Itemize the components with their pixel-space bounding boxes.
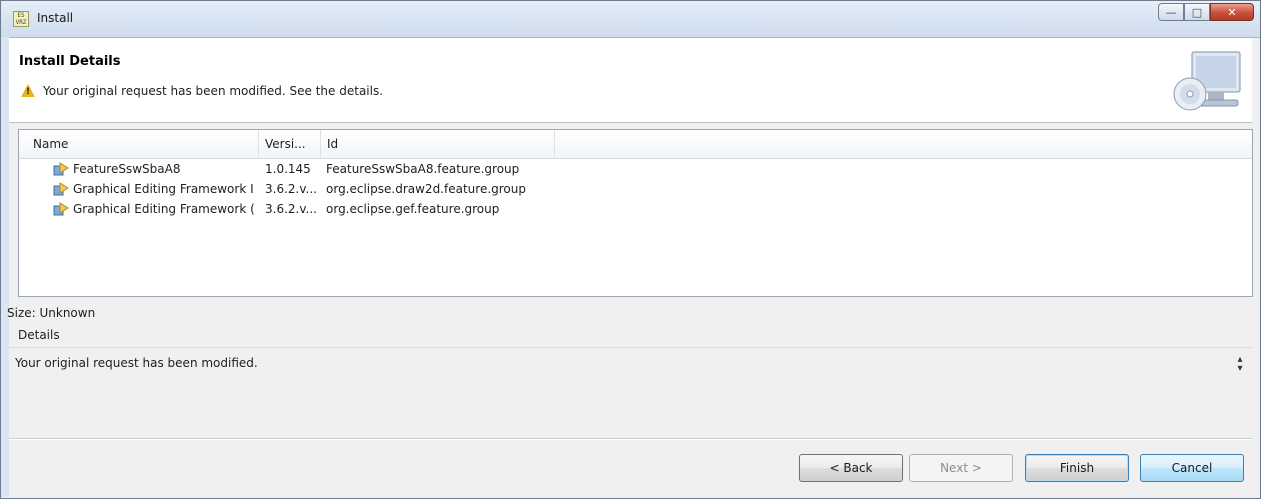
details-section-label: Details	[18, 328, 60, 342]
maximize-icon: □	[1191, 5, 1203, 19]
row-name: Graphical Editing Framework (	[73, 202, 255, 216]
features-table[interactable]: Name Versi... Id FeatureSswSbaA8 1.0.145…	[18, 129, 1253, 297]
row-id: FeatureSswSbaA8.feature.group	[326, 162, 520, 176]
cancel-button[interactable]: Cancel	[1140, 454, 1244, 482]
footer-separator	[9, 438, 1252, 440]
next-button[interactable]: Next >	[909, 454, 1013, 482]
close-button[interactable]: ✕	[1210, 3, 1254, 21]
row-name: Graphical Editing Framework I	[73, 182, 254, 196]
header-message: Your original request has been modified.…	[43, 84, 384, 98]
install-dialog: ES VRZ Install — □ ✕ Install Details ! Y…	[0, 0, 1261, 499]
feature-icon	[53, 161, 69, 178]
table-header: Name Versi... Id	[19, 130, 1252, 159]
row-id: org.eclipse.draw2d.feature.group	[326, 182, 526, 196]
title-bar[interactable]: ES VRZ Install — □ ✕	[1, 1, 1260, 38]
warning-icon-mark: !	[26, 87, 31, 97]
minimize-icon: —	[1165, 5, 1177, 19]
page-title: Install Details	[19, 54, 121, 69]
feature-icon	[53, 181, 69, 198]
close-icon: ✕	[1227, 5, 1237, 19]
row-version: 3.6.2.v...	[265, 182, 317, 196]
row-id: org.eclipse.gef.feature.group	[326, 202, 500, 216]
details-text: Your original request has been modified.	[15, 356, 258, 370]
details-area[interactable]: Your original request has been modified.…	[9, 347, 1252, 378]
row-version: 1.0.145	[265, 162, 311, 176]
wizard-header: Install Details ! Your original request …	[9, 38, 1252, 123]
table-row[interactable]: FeatureSswSbaA8 1.0.145 FeatureSswSbaA8.…	[19, 161, 1252, 178]
window-title: Install	[37, 11, 74, 25]
finish-button[interactable]: Finish	[1025, 454, 1129, 482]
window-controls: — □ ✕	[1158, 3, 1254, 21]
back-button[interactable]: < Back	[799, 454, 903, 482]
app-icon: ES VRZ	[13, 11, 29, 27]
computer-install-icon	[1173, 51, 1241, 111]
table-row[interactable]: Graphical Editing Framework ( 3.6.2.v...…	[19, 201, 1252, 218]
feature-icon	[53, 201, 69, 218]
window-frame-left	[1, 37, 9, 497]
minimize-button[interactable]: —	[1158, 3, 1184, 21]
size-label: Size: Unknown	[7, 306, 96, 320]
row-version: 3.6.2.v...	[265, 202, 317, 216]
details-scroll-icon[interactable]: ▴ ▾	[1234, 355, 1246, 374]
row-name: FeatureSswSbaA8	[73, 162, 181, 176]
table-row[interactable]: Graphical Editing Framework I 3.6.2.v...…	[19, 181, 1252, 198]
column-header-version[interactable]: Versi...	[259, 130, 321, 158]
maximize-button[interactable]: □	[1184, 3, 1210, 21]
column-header-name[interactable]: Name	[19, 130, 259, 158]
column-header-id[interactable]: Id	[321, 130, 555, 158]
